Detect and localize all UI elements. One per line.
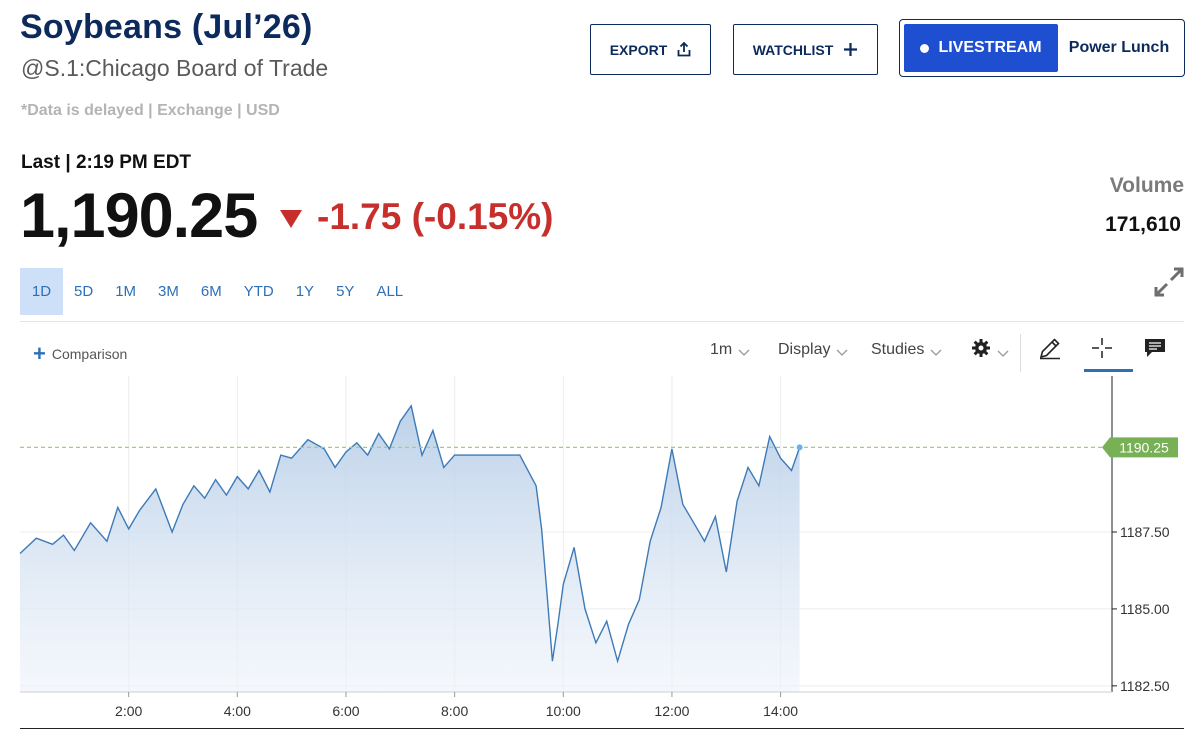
last-price: 1,190.25 (20, 181, 258, 251)
expand-icon[interactable] (1153, 266, 1185, 303)
x-tick-label: 6:00 (332, 703, 359, 719)
plus-icon: + (33, 341, 46, 366)
show-link[interactable]: Power Lunch (1058, 39, 1180, 57)
price-area-fill (20, 405, 800, 692)
time-range-selector: 1D 5D 1M 3M 6M YTD 1Y 5Y ALL (20, 268, 414, 315)
range-5y[interactable]: 5Y (325, 268, 365, 315)
comparison-label: Comparison (51, 346, 128, 362)
plus-icon (843, 42, 858, 57)
livestream-widget: LIVESTREAM Power Lunch (899, 19, 1185, 77)
watchlist-button[interactable]: WATCHLIST (733, 24, 878, 75)
share-icon (677, 42, 691, 57)
last-price-dot (796, 444, 803, 451)
exchange-subtitle: @S.1:Chicago Board of Trade (21, 55, 329, 81)
x-tick-label: 4:00 (224, 703, 251, 719)
chevron-down-icon (997, 345, 1009, 363)
x-tick-label: 10:00 (546, 703, 581, 719)
dot-icon (920, 43, 930, 53)
range-3m[interactable]: 3M (147, 268, 190, 315)
watchlist-button-label: WATCHLIST (752, 41, 834, 58)
range-5d[interactable]: 5D (63, 268, 104, 315)
export-button-label: EXPORT (609, 41, 668, 58)
price-chart[interactable]: 2:00 4:00 6:00 8:00 10:00 12:00 14:00 1187.50 1… (0, 372, 1200, 729)
range-1y[interactable]: 1Y (285, 268, 325, 315)
y-tick-label: 1185.00 (1120, 601, 1170, 617)
interval-label: 1m (710, 341, 733, 358)
range-1m[interactable]: 1M (104, 268, 147, 315)
settings-dropdown[interactable] (971, 338, 1009, 363)
chevron-down-icon (930, 344, 942, 362)
studies-dropdown[interactable]: Studies (871, 338, 942, 362)
comment-icon[interactable] (1143, 337, 1167, 359)
delayed-data-note: *Data is delayed | Exchange | USD (21, 102, 280, 119)
divider (20, 321, 1184, 322)
chevron-down-icon (738, 344, 750, 362)
y-axis-ticks: 1187.50 1185.00 1182.50 (1112, 524, 1170, 694)
interval-dropdown[interactable]: 1m (710, 338, 750, 362)
range-all[interactable]: ALL (365, 268, 414, 315)
x-tick-label: 12:00 (654, 703, 689, 719)
range-1d[interactable]: 1D (20, 268, 63, 315)
volume-label: Volume (1109, 174, 1184, 197)
x-tick-label: 14:00 (763, 703, 798, 719)
toolbar-separator (1020, 334, 1021, 372)
livestream-button[interactable]: LIVESTREAM (904, 24, 1058, 72)
volume-value: 171,610 (1105, 213, 1181, 236)
y-tick-label: 1187.50 (1120, 524, 1170, 540)
gear-icon (971, 338, 991, 363)
price-change: -1.75 (-0.15%) (279, 196, 554, 238)
x-axis-ticks: 2:00 4:00 6:00 8:00 10:00 12:00 14:00 (115, 692, 798, 719)
export-button[interactable]: EXPORT (590, 24, 711, 75)
livestream-label: LIVESTREAM (938, 39, 1042, 56)
x-tick-label: 2:00 (115, 703, 142, 719)
last-price-tag-label: 1190.25 (1119, 439, 1169, 455)
pencil-icon[interactable] (1038, 336, 1062, 360)
down-triangle-icon (279, 196, 303, 238)
range-6m[interactable]: 6M (190, 268, 233, 315)
range-ytd[interactable]: YTD (233, 268, 285, 315)
last-price-tag: 1190.25 (1102, 437, 1178, 458)
display-dropdown[interactable]: Display (778, 338, 848, 362)
price-change-value: -1.75 (-0.15%) (317, 196, 554, 237)
chevron-down-icon (836, 344, 848, 362)
display-label: Display (778, 341, 831, 358)
last-trade-time: Last | 2:19 PM EDT (21, 152, 192, 173)
studies-label: Studies (871, 341, 925, 358)
page-title: Soybeans (Jul’26) (20, 8, 313, 46)
comparison-button[interactable]: + Comparison (33, 343, 127, 365)
crosshair-icon[interactable] (1090, 336, 1114, 360)
y-tick-label: 1182.50 (1120, 678, 1170, 694)
x-tick-label: 8:00 (441, 703, 468, 719)
